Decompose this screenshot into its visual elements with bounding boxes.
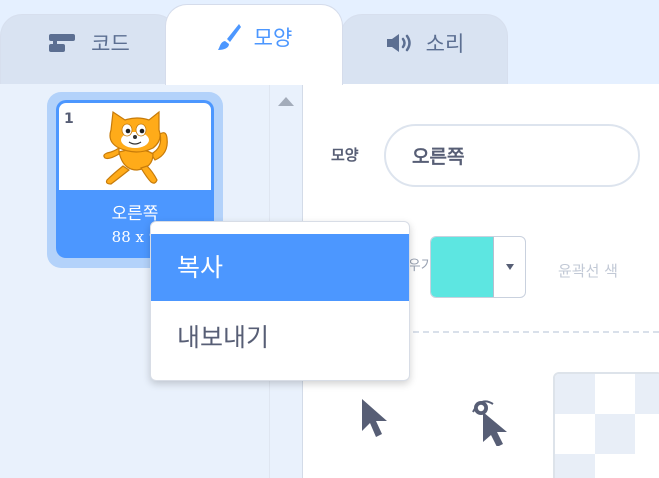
tab-sounds-label: 소리 xyxy=(425,31,465,56)
costume-number: 1 xyxy=(64,111,74,127)
canvas-checker-square xyxy=(555,454,595,478)
tab-costumes-label: 모양 xyxy=(253,26,293,50)
fill-color-picker[interactable] xyxy=(430,236,526,298)
select-arrow-icon[interactable] xyxy=(359,397,391,441)
tab-code[interactable]: 코드 xyxy=(0,14,177,84)
costume-name-input[interactable] xyxy=(384,124,640,187)
canvas-checker-square xyxy=(635,374,659,414)
dropdown-arrow-icon[interactable] xyxy=(506,264,514,270)
canvas-checker-square xyxy=(555,374,595,414)
costume-name-label: 모양 xyxy=(331,146,359,164)
canvas-checker-square xyxy=(595,414,635,454)
costume-thumbnail: 1 xyxy=(59,103,211,190)
cat-sprite-icon xyxy=(103,110,168,185)
speaker-icon xyxy=(386,33,411,52)
costume-context-menu: 복사 내보내기 xyxy=(150,221,410,381)
fill-color-swatch[interactable] xyxy=(431,237,494,297)
paint-canvas[interactable] xyxy=(553,372,659,478)
reshape-tool-icon[interactable] xyxy=(463,394,511,446)
tab-sounds[interactable]: 소리 xyxy=(340,14,508,84)
scroll-up-arrow-icon[interactable] xyxy=(278,97,294,106)
tab-code-label: 코드 xyxy=(91,31,130,56)
menu-item-duplicate[interactable]: 복사 xyxy=(151,234,409,301)
paintbrush-icon xyxy=(217,24,241,50)
code-blocks-icon xyxy=(49,33,76,52)
tab-costumes[interactable]: 모양 xyxy=(165,4,343,85)
menu-item-export[interactable]: 내보내기 xyxy=(151,304,409,371)
outline-color-label: 윤곽선 색 xyxy=(558,262,618,280)
